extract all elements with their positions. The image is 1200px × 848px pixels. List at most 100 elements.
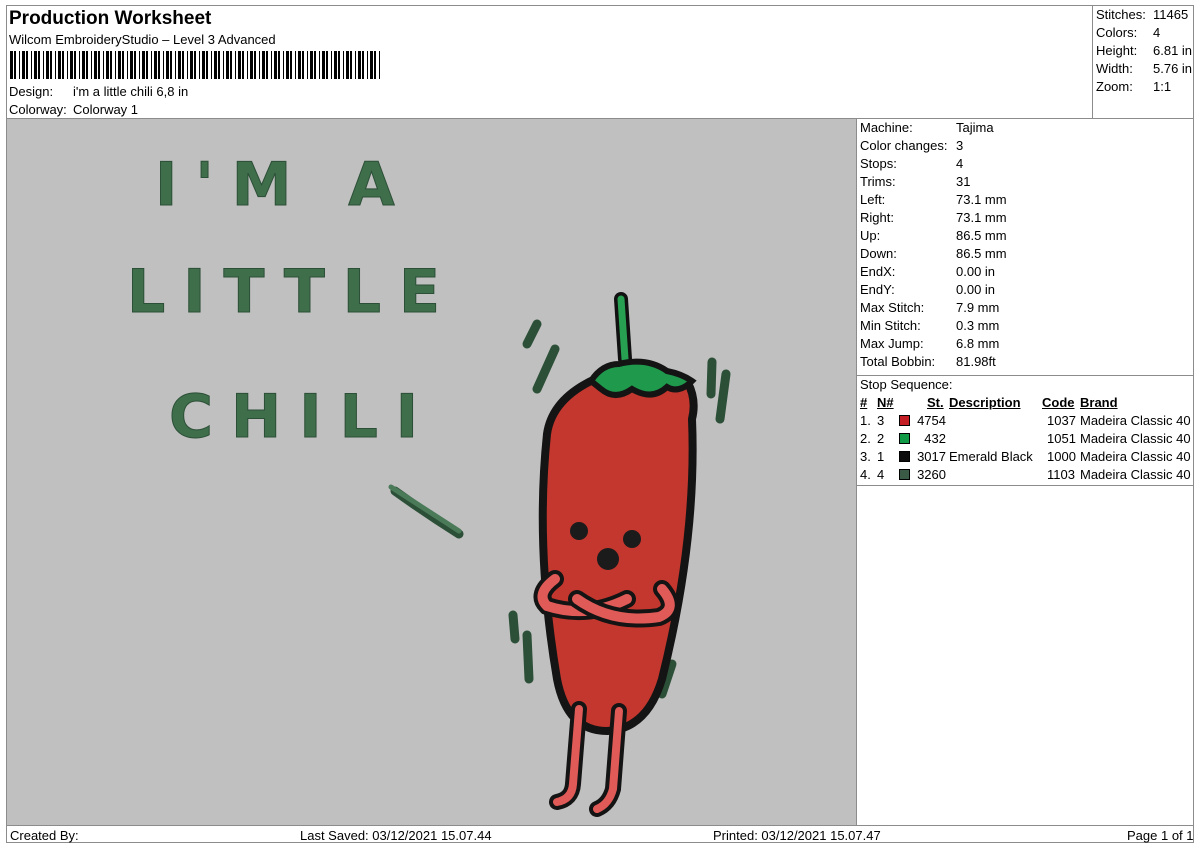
stat-zoom: Zoom: 1:1	[1096, 79, 1172, 94]
machine-info-value: 4	[956, 156, 964, 171]
stop-n: 4	[877, 467, 885, 482]
design-label: Design:	[9, 84, 54, 99]
machine-info-row: Max Stitch: 7.9 mm	[860, 300, 999, 315]
thread-color-swatch	[899, 451, 910, 462]
machine-info-row: EndY: 0.00 in	[860, 282, 995, 297]
stop-brand: Madeira Classic 40	[1080, 467, 1191, 482]
stat-width: Width: 5.76 in	[1096, 61, 1193, 76]
machine-info-row: EndX: 0.00 in	[860, 264, 995, 279]
stop-num: 4.	[860, 467, 871, 482]
machine-info-value: 86.5 mm	[956, 246, 1007, 261]
stat-colors: Colors: 4	[1096, 25, 1161, 40]
stop-n: 3	[877, 413, 885, 428]
machine-info-label: Color changes:	[860, 138, 948, 153]
machine-info-row: Max Jump: 6.8 mm	[860, 336, 999, 351]
stop-code: 1103	[1047, 467, 1075, 482]
machine-info-label: EndX:	[860, 264, 896, 279]
machine-info-label: Trims:	[860, 174, 896, 189]
stats-panel: Stitches: 11465 Colors: 4 Height: 6.81 in W…	[1092, 6, 1195, 118]
machine-info-row: Min Stitch: 0.3 mm	[860, 318, 999, 333]
machine-info-panel: Machine: Tajima Color changes: 3 Stops: 4 Trim…	[857, 119, 1194, 825]
thread-color-swatch	[899, 433, 910, 444]
machine-info-value: Tajima	[956, 120, 994, 135]
machine-info-value: 0.00 in	[956, 282, 996, 297]
info-divider	[857, 375, 1194, 376]
machine-info-value: 31	[956, 174, 971, 189]
colorway-name: Colorway 1	[73, 102, 139, 117]
stat-stitches: Stitches: 11465	[1096, 7, 1189, 22]
stop-sequence-row: 1. 3 4754 1037 Madeira Classic 40	[860, 413, 1191, 429]
machine-info-value: 7.9 mm	[956, 300, 1000, 315]
design-row: Design: i'm a little chili 6,8 in	[9, 84, 188, 99]
stop-code: 1051	[1047, 431, 1076, 446]
machine-info-row: Machine: Tajima	[860, 120, 994, 135]
stop-code: 1000	[1047, 449, 1076, 464]
stop-num: 3.	[860, 449, 871, 464]
machine-info-row: Left: 73.1 mm	[860, 192, 1007, 207]
design-text-line3: CHILI	[169, 382, 436, 452]
stop-num: 1.	[860, 413, 871, 428]
machine-info-value: 73.1 mm	[956, 192, 1007, 207]
machine-info-label: Max Jump:	[860, 336, 924, 351]
machine-info-value: 3	[956, 138, 964, 153]
printed-date: Printed: 03/12/2021 15.07.47	[713, 828, 881, 843]
machine-info-value: 81.98ft	[956, 354, 996, 369]
chili-design-image: I'M A LITTLE CHILI	[127, 150, 731, 817]
machine-info-row: Right: 73.1 mm	[860, 210, 1007, 225]
design-preview: I'M A LITTLE CHILI	[7, 119, 857, 825]
machine-info-label: Right:	[860, 210, 894, 225]
stop-n: 2	[877, 431, 885, 446]
stop-divider	[857, 485, 1194, 486]
machine-info-label: Stops:	[860, 156, 897, 171]
stop-st: 4754	[917, 413, 946, 428]
machine-info-value: 86.5 mm	[956, 228, 1007, 243]
thread-color-swatch	[899, 469, 910, 480]
stop-brand: Madeira Classic 40	[1080, 413, 1191, 428]
worksheet-header: Production Worksheet Wilcom EmbroiderySt…	[7, 6, 1093, 118]
machine-info-row: Trims: 31	[860, 174, 970, 189]
machine-info-label: Total Bobbin:	[860, 354, 936, 369]
machine-info-row: Down: 86.5 mm	[860, 246, 1007, 261]
stop-st: 432	[924, 431, 946, 446]
stop-sequence-row: 2. 2 432 1051 Madeira Classic 40	[860, 431, 1191, 447]
worksheet-frame: Production Worksheet Wilcom EmbroiderySt…	[6, 5, 1194, 843]
page-title: Production Worksheet	[9, 8, 212, 29]
stop-st: 3260	[917, 467, 946, 482]
colorway-label: Colorway:	[9, 102, 67, 117]
chili-character	[533, 292, 698, 817]
created-by: Created By:	[10, 828, 79, 843]
barcode	[10, 51, 380, 79]
last-saved: Last Saved: 03/12/2021 15.07.44	[300, 828, 492, 843]
thread-color-swatch	[899, 415, 910, 426]
stop-n: 1	[877, 449, 885, 464]
colorway-row: Colorway: Colorway 1	[9, 102, 138, 117]
machine-info-row: Stops: 4	[860, 156, 963, 171]
worksheet-footer: Created By: Last Saved: 03/12/2021 15.07…	[7, 825, 1194, 844]
stop-num: 2.	[860, 431, 871, 446]
machine-info-row: Up: 86.5 mm	[860, 228, 1007, 243]
stop-sequence-title: Stop Sequence:	[860, 377, 953, 392]
design-text-line1: I'M A	[155, 150, 413, 220]
stop-sequence-row: 3. 1 3017 Emerald Black 1000 Madeira Classic …	[860, 449, 1191, 465]
page-number: Page 1 of 1	[1127, 828, 1194, 843]
stop-st: 3017	[917, 449, 946, 464]
machine-info-label: EndY:	[860, 282, 895, 297]
machine-info-value: 73.1 mm	[956, 210, 1007, 225]
machine-info-label: Up:	[860, 228, 881, 243]
software-name: Wilcom EmbroideryStudio – Level 3 Advanc…	[9, 32, 276, 47]
stop-brand: Madeira Classic 40	[1080, 449, 1191, 464]
design-name: i'm a little chili 6,8 in	[73, 84, 189, 99]
machine-info-label: Down:	[860, 246, 897, 261]
stat-height: Height: 6.81 in	[1096, 43, 1193, 58]
machine-info-row: Color changes: 3	[860, 138, 963, 153]
machine-info-value: 0.3 mm	[956, 318, 1000, 333]
machine-info-row: Total Bobbin: 81.98ft	[860, 354, 996, 369]
stop-sequence-row: 4. 4 3260 1103 Madeira Classic 40	[860, 467, 1191, 483]
machine-info-label: Machine:	[860, 120, 913, 135]
design-text-line2: LITTLE	[127, 257, 458, 327]
machine-info-label: Max Stitch:	[860, 300, 925, 315]
machine-info-value: 6.8 mm	[956, 336, 1000, 351]
stop-code: 1037	[1047, 413, 1076, 428]
stop-desc: Emerald Black	[949, 449, 1033, 464]
machine-info-label: Left:	[860, 192, 886, 207]
